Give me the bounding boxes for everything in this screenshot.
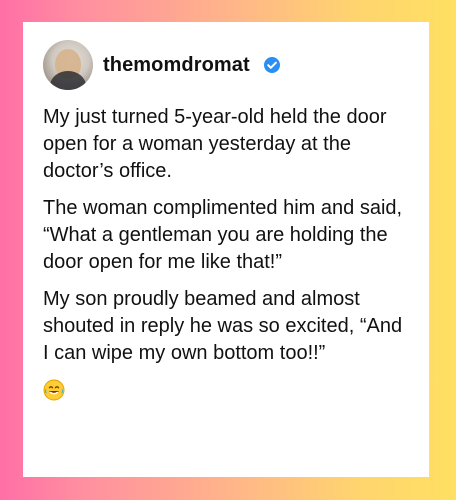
laughing-crying-face-icon — [43, 379, 65, 401]
post-header: themomdromat — [43, 40, 409, 90]
avatar[interactable] — [43, 40, 93, 90]
verified-badge-icon — [263, 57, 280, 73]
post-paragraph-2: The woman complimented him and said, “Wh… — [43, 197, 403, 273]
post-body: My just turned 5-year-old held the door … — [43, 104, 409, 367]
post-paragraph-3: My son proudly beamed and almost shouted… — [43, 288, 403, 364]
username[interactable]: themomdromat — [103, 54, 250, 77]
post-card: themomdromat My just turned 5-year-old h… — [23, 22, 429, 477]
post-paragraph-1: My just turned 5-year-old held the door … — [43, 106, 387, 182]
